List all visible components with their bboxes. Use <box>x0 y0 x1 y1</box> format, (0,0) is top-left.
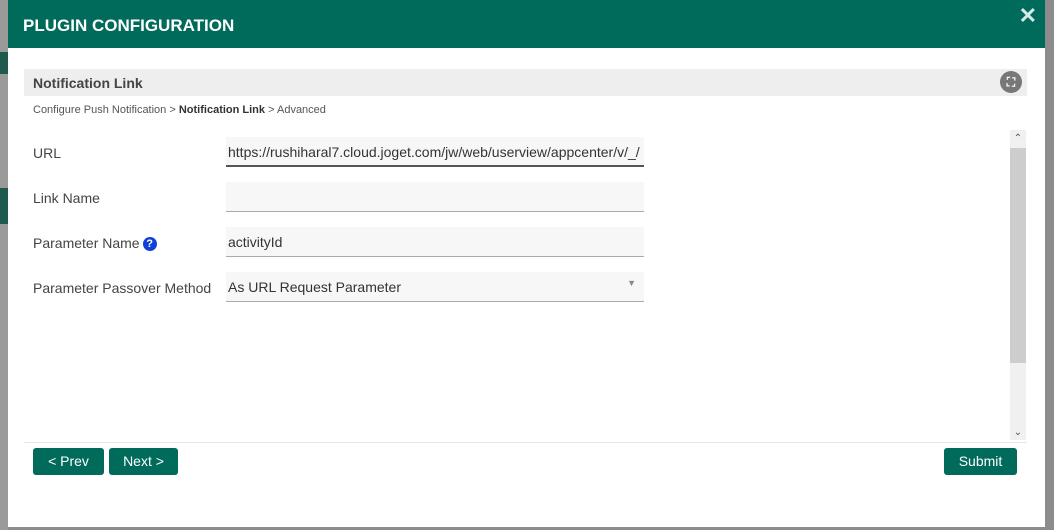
dialog-title: PLUGIN CONFIGURATION <box>8 0 1045 48</box>
section-title: Notification Link <box>33 75 143 91</box>
url-label: URL <box>33 145 62 161</box>
breadcrumb-step-current: Notification Link <box>178 104 266 116</box>
fullscreen-icon[interactable]: ⛶ <box>1000 71 1022 93</box>
breadcrumb-separator: > <box>268 104 275 116</box>
breadcrumb-step-advanced[interactable]: Advanced <box>277 104 326 116</box>
url-row: URL https://rushiharal7.cloud.joget.com/… <box>33 137 645 167</box>
plugin-configuration-dialog: PLUGIN CONFIGURATION ✕ Notification Link… <box>8 0 1045 527</box>
parameter-name-input[interactable]: activityId <box>226 227 644 257</box>
dropdown-arrow-icon: ▼ <box>627 278 636 288</box>
background-element <box>0 188 8 224</box>
passover-method-select[interactable]: As URL Request Parameter ▼ <box>226 272 644 302</box>
link-name-input[interactable] <box>226 182 644 212</box>
passover-method-row: Parameter Passover Method As URL Request… <box>33 272 645 302</box>
next-button[interactable]: Next > <box>109 448 178 475</box>
url-input[interactable]: https://rushiharal7.cloud.joget.com/jw/w… <box>226 137 644 167</box>
link-name-label: Link Name <box>33 190 100 206</box>
link-name-row: Link Name <box>33 182 645 212</box>
passover-method-label: Parameter Passover Method <box>33 280 212 296</box>
section-header: Notification Link ⛶ <box>24 69 1027 96</box>
submit-button[interactable]: Submit <box>944 448 1017 475</box>
passover-method-value: As URL Request Parameter <box>228 279 401 295</box>
close-icon[interactable]: ✕ <box>1019 3 1037 29</box>
scrollbar[interactable]: ⌃ ⌄ <box>1010 130 1026 440</box>
breadcrumb-separator: > <box>169 104 176 116</box>
parameter-name-label: Parameter Name? <box>33 235 157 251</box>
parameter-name-label-text: Parameter Name <box>33 235 140 251</box>
background-element <box>0 52 8 74</box>
scroll-up-icon[interactable]: ⌃ <box>1010 133 1026 144</box>
prev-button[interactable]: < Prev <box>33 448 104 475</box>
scrollbar-thumb[interactable] <box>1010 148 1026 363</box>
scroll-down-icon[interactable]: ⌄ <box>1010 427 1026 438</box>
parameter-name-row: Parameter Name? activityId <box>33 227 645 257</box>
help-icon[interactable]: ? <box>142 237 157 251</box>
breadcrumb: Configure Push Notification > Notificati… <box>33 104 326 116</box>
breadcrumb-step-configure[interactable]: Configure Push Notification <box>33 104 166 116</box>
divider <box>24 442 1027 443</box>
background-overlay <box>0 0 8 530</box>
